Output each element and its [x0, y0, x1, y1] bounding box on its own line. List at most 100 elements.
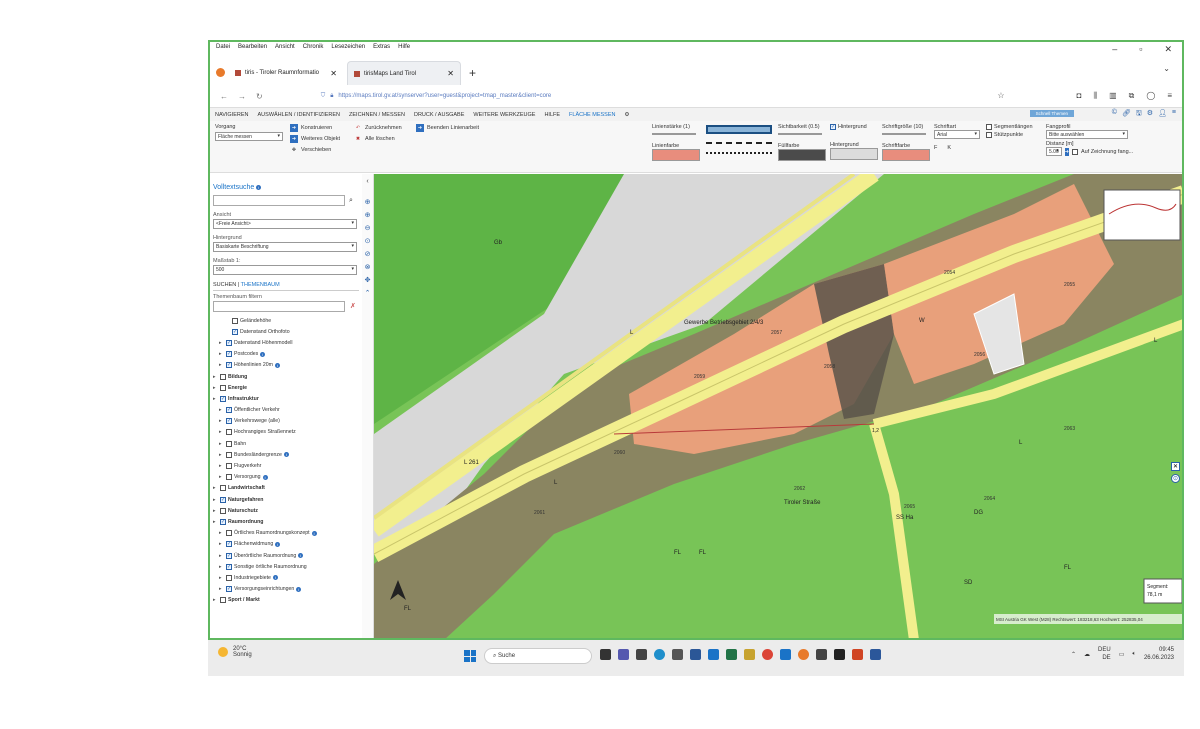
- quick-themes-button[interactable]: Schnell Themen: [1029, 110, 1074, 117]
- layer-checkbox[interactable]: [220, 597, 226, 604]
- expand-arrow-icon[interactable]: ▸: [213, 597, 218, 603]
- extensions-icon[interactable]: ⧉: [1129, 91, 1135, 101]
- menu-bookmarks[interactable]: Lesezeichen: [331, 44, 365, 53]
- expand-arrow-icon[interactable]: ▸: [213, 374, 218, 380]
- mode-select[interactable]: Fläche messen: [215, 132, 283, 141]
- tab-tirismaps[interactable]: tirisMaps Land Tirol ✕: [347, 61, 461, 85]
- menu-edit[interactable]: Bearbeiten: [238, 44, 267, 53]
- draw-snap-checkbox[interactable]: [1071, 148, 1078, 155]
- layer-item[interactable]: ▸ Überörtliche Raumordnungi: [213, 550, 359, 561]
- weather-widget[interactable]: 20°C Sonnig: [218, 646, 252, 658]
- layer-checkbox[interactable]: [232, 317, 238, 324]
- layer-item[interactable]: ▸ Raumordnung: [213, 516, 359, 527]
- network-icon[interactable]: ▭: [1119, 651, 1125, 658]
- apply-arrow-icon[interactable]: ➜: [1064, 147, 1069, 156]
- expand-arrow-icon[interactable]: ▸: [219, 340, 224, 346]
- forward-icon[interactable]: →: [238, 92, 246, 101]
- line-style-solid[interactable]: [706, 125, 772, 134]
- more-icon[interactable]: ≡: [1172, 109, 1176, 120]
- settings-icon[interactable]: ⚙: [1147, 109, 1153, 120]
- expand-arrow-icon[interactable]: ▸: [213, 497, 218, 503]
- layer-item[interactable]: ▸ Verkehrswege (alle): [213, 416, 359, 427]
- collapse-chevron-icon[interactable]: ‹: [366, 178, 368, 185]
- finish-button[interactable]: ➜ Beenden Linienarbeit: [416, 124, 479, 132]
- view-select[interactable]: <Freie Ansicht>: [213, 219, 357, 229]
- pan-icon[interactable]: ✥: [365, 276, 371, 284]
- clock[interactable]: 09:45 26.06.2023: [1144, 646, 1174, 662]
- layer-item[interactable]: ▸ Sonstige örtliche Raumordnung: [213, 561, 359, 572]
- zoom-extent-icon[interactable]: ⊙: [365, 237, 371, 245]
- expand-arrow-icon[interactable]: ▸: [219, 463, 224, 469]
- layer-item[interactable]: ▸ Flugverkehr: [213, 460, 359, 471]
- menu-history[interactable]: Chronik: [303, 44, 324, 53]
- layer-checkbox[interactable]: [226, 474, 232, 481]
- close-panel-icon[interactable]: ✕: [1171, 462, 1180, 471]
- info-icon[interactable]: i: [298, 553, 304, 559]
- tab-close-icon[interactable]: ✕: [330, 69, 337, 78]
- map-canvas[interactable]: Gewerbe Betriebsgebiet 2/4/3 W L 261 Gb …: [374, 174, 1182, 638]
- construct-button[interactable]: ➜ Konstruieren: [290, 124, 340, 132]
- background-color-swatch[interactable]: [830, 148, 878, 160]
- layer-checkbox[interactable]: [226, 440, 232, 447]
- further-object-button[interactable]: ➜ Weiteres Objekt: [290, 135, 340, 143]
- tab-close-icon[interactable]: ✕: [447, 69, 454, 78]
- info-icon[interactable]: i: [256, 185, 262, 190]
- layer-item[interactable]: ▸ Hochrangiges Straßennetz: [213, 427, 359, 438]
- layer-checkbox[interactable]: [220, 384, 226, 391]
- nav-select-identify[interactable]: AUSWÄHLEN / IDENTIFIZIEREN: [258, 112, 341, 118]
- background-checkbox[interactable]: [830, 124, 836, 130]
- nav-more-tools[interactable]: WEITERE WERKZEUGE: [473, 112, 535, 118]
- layer-checkbox[interactable]: [220, 518, 226, 525]
- overview-map[interactable]: [1103, 189, 1181, 241]
- tab-tiris[interactable]: tiris - Tiroler Raumnformatio ✕: [229, 61, 343, 85]
- layer-checkbox[interactable]: [226, 563, 232, 570]
- info-icon[interactable]: i: [260, 351, 266, 357]
- layer-checkbox[interactable]: [226, 451, 232, 458]
- globe-icon[interactable]: ⊕: [365, 198, 371, 206]
- menu-file[interactable]: Datei: [216, 44, 230, 53]
- menu-help[interactable]: Hilfe: [398, 44, 410, 53]
- visibility-slider[interactable]: [778, 133, 822, 135]
- layer-item[interactable]: ▸ Bildung: [213, 371, 359, 382]
- layer-checkbox[interactable]: [226, 351, 232, 358]
- segment-checkbox[interactable]: [986, 124, 992, 130]
- layer-item[interactable]: ▸ Postcodesi: [213, 349, 359, 360]
- zoom-next-icon[interactable]: ⊗: [365, 263, 371, 271]
- minimize-icon[interactable]: –: [1112, 44, 1117, 55]
- video-icon[interactable]: [834, 649, 845, 660]
- layer-item[interactable]: Datenstand Orthofoto: [213, 326, 359, 337]
- zoom-out-icon[interactable]: ⊖: [365, 224, 371, 232]
- menu-tools[interactable]: Extras: [373, 44, 390, 53]
- menu-view[interactable]: Ansicht: [275, 44, 295, 53]
- info-icon[interactable]: i: [296, 586, 302, 592]
- line-style-dashed[interactable]: [706, 142, 772, 146]
- settings-gear-icon[interactable]: ⚙: [625, 112, 630, 118]
- maximize-icon[interactable]: ▫: [1139, 44, 1142, 55]
- volume-icon[interactable]: 🔈︎: [1132, 651, 1136, 658]
- library-icon[interactable]: ⫼: [1093, 91, 1097, 101]
- search-icon[interactable]: ⌕: [349, 197, 353, 205]
- layer-checkbox[interactable]: [220, 507, 226, 514]
- expand-arrow-icon[interactable]: ▸: [219, 429, 224, 435]
- monitor-icon[interactable]: [816, 649, 827, 660]
- expand-arrow-icon[interactable]: ▸: [219, 441, 224, 447]
- layer-checkbox[interactable]: [226, 530, 232, 537]
- info-icon[interactable]: i: [275, 541, 281, 547]
- layer-item[interactable]: ▸ Öffentlicher Verkehr: [213, 405, 359, 416]
- layer-item[interactable]: ▸ Infrastruktur: [213, 393, 359, 404]
- word-icon[interactable]: [690, 649, 701, 660]
- task-view-icon[interactable]: [600, 649, 611, 660]
- back-icon[interactable]: ←: [220, 92, 228, 101]
- mail-icon[interactable]: [708, 649, 719, 660]
- info-icon[interactable]: i: [283, 452, 289, 458]
- expand-arrow-icon[interactable]: ▸: [213, 485, 218, 491]
- layer-item[interactable]: ▸ Höhenlinien 20mi: [213, 360, 359, 371]
- zoom-previous-icon[interactable]: ⊘: [365, 250, 371, 258]
- layer-checkbox[interactable]: [226, 429, 232, 436]
- font-size-slider[interactable]: [882, 133, 926, 135]
- layer-item[interactable]: ▸ Naturschutz: [213, 505, 359, 516]
- background-select[interactable]: Basiskarte Beschriftung: [213, 242, 357, 252]
- account-icon[interactable]: ◯: [1146, 91, 1155, 101]
- layer-checkbox[interactable]: [226, 362, 232, 369]
- expand-arrow-icon[interactable]: ▸: [219, 564, 224, 570]
